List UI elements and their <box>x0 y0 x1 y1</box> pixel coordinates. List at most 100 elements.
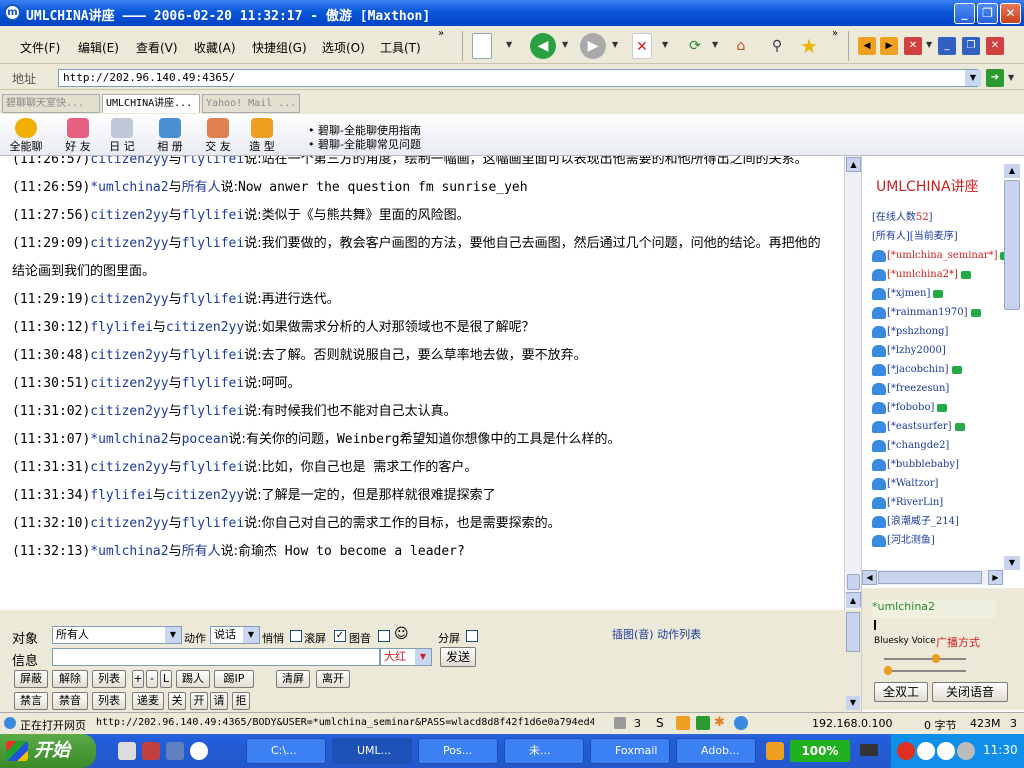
chat-sender[interactable]: citizen2yy <box>90 292 168 307</box>
quicklaunch-maxthon-icon[interactable] <box>190 742 208 760</box>
quicklaunch-user-icon[interactable] <box>142 742 160 760</box>
message-input[interactable] <box>52 648 380 666</box>
chat-recipient[interactable]: flylifei <box>182 404 245 419</box>
next-tab-icon[interactable]: ▶ <box>880 37 898 55</box>
battery-indicator[interactable]: 100% <box>790 740 850 762</box>
checkbox-box[interactable] <box>290 630 302 642</box>
chat-recipient[interactable]: pocean <box>182 432 229 447</box>
task-foxmail[interactable]: Foxmail <box>590 738 670 764</box>
mic-slider-track[interactable] <box>884 670 966 672</box>
user-list-item[interactable]: [浪潮威子_214] <box>872 512 1012 531</box>
admin-button[interactable]: - <box>146 670 158 688</box>
go-dropdown-icon[interactable]: ▼ <box>1008 73 1014 82</box>
chat-sender[interactable]: citizen2yy <box>90 208 168 223</box>
album-button[interactable]: 相 册 <box>148 118 192 154</box>
sidebar-scroll-left-icon[interactable]: ◀ <box>862 570 877 585</box>
chat-sender[interactable]: citizen2yy <box>90 460 168 475</box>
admin-button[interactable]: 清屏 <box>276 670 310 688</box>
chat-sender[interactable]: citizen2yy <box>90 156 168 167</box>
sidebar-links[interactable]: [所有人][当前麦序] <box>872 227 1012 246</box>
stop-dropdown-icon[interactable]: ▼ <box>662 40 668 49</box>
admin-button[interactable]: + <box>132 670 144 688</box>
chat-recipient[interactable]: citizen2yy <box>166 488 244 503</box>
chat-recipient[interactable]: flylifei <box>182 516 245 531</box>
user-list-item[interactable]: [*lzhy2000] <box>872 341 1012 360</box>
send-button[interactable]: 发送 <box>440 647 476 667</box>
back-icon[interactable]: ◀ <box>530 33 556 59</box>
user-list-item[interactable]: [*umlchina_seminar*] <box>872 246 1012 265</box>
user-list-item[interactable]: [河北测鱼] <box>872 531 1012 550</box>
all-chat-button[interactable]: 全能聊 <box>4 118 48 154</box>
close-voice-button[interactable]: 关闭语音 <box>932 682 1008 702</box>
chat-recipient[interactable]: flylifei <box>182 156 245 167</box>
admin-button[interactable]: 踢IP <box>214 670 254 688</box>
user-list-item[interactable]: [*eastsurfer] <box>872 417 1012 436</box>
user-list-item[interactable]: [*freezesun] <box>872 379 1012 398</box>
quicklaunch-explorer-icon[interactable] <box>118 742 136 760</box>
duplex-button[interactable]: 全双工 <box>874 682 928 702</box>
close-tab-dropdown-icon[interactable]: ▼ <box>926 40 932 49</box>
picture-checkbox[interactable]: ✓ <box>334 629 346 642</box>
chat-recipient[interactable]: flylifei <box>182 460 245 475</box>
chat-recipient[interactable]: citizen2yy <box>166 320 244 335</box>
scroll-up-icon[interactable]: ▲ <box>846 157 861 172</box>
chat-sender[interactable]: *umlchina2 <box>90 544 168 559</box>
task-pos[interactable]: Pos... <box>418 738 498 764</box>
color-select[interactable]: 大红 ▼ <box>380 648 432 666</box>
popup-blocker-icon[interactable] <box>676 716 690 730</box>
user-list-item[interactable]: [*umlchina2*] <box>872 265 1012 284</box>
admin-button[interactable]: 禁音 <box>52 692 88 710</box>
tray-maxthon2-icon[interactable] <box>937 742 955 760</box>
new-page-dropdown-icon[interactable]: ▼ <box>506 40 512 49</box>
broadcast-label[interactable]: 广播方式 <box>936 634 980 650</box>
admin-button[interactable]: 拒 <box>232 692 250 710</box>
admin-button[interactable]: 请 <box>210 692 228 710</box>
smiley-icon[interactable]: ☺ <box>394 626 409 642</box>
tab-yahoo-mail[interactable]: Yahoo! Mail ... <box>202 94 300 113</box>
quicklaunch-desktop-icon[interactable] <box>166 742 184 760</box>
tab-restore-icon[interactable]: ❐ <box>962 37 980 55</box>
close-tab-icon[interactable]: ✕ <box>904 37 922 55</box>
friends-button[interactable]: 好 友 <box>56 118 100 154</box>
chat-recipient[interactable]: flylifei <box>182 376 245 391</box>
checkbox-box[interactable] <box>466 630 478 642</box>
menu-overflow-icon[interactable]: » <box>438 28 444 39</box>
minimize-button[interactable]: _ <box>954 3 975 24</box>
home-icon[interactable]: ⌂ <box>728 33 754 59</box>
admin-button[interactable]: 关 <box>168 692 186 710</box>
scroll-thumb[interactable] <box>847 574 860 590</box>
task-explorer[interactable]: C:\... <box>246 738 326 764</box>
tray-maxthon-icon[interactable] <box>917 742 935 760</box>
close-button[interactable]: ✕ <box>1000 3 1021 24</box>
tab-umlchina[interactable]: UMLCHINA讲座... <box>102 94 200 113</box>
sidebar-hscroll-thumb[interactable] <box>878 571 982 584</box>
task-maxthon[interactable]: UML... <box>332 738 412 764</box>
forward-dropdown-icon[interactable]: ▼ <box>612 40 618 49</box>
admin-button[interactable]: 列表 <box>92 670 126 688</box>
tab-minimize-icon[interactable]: _ <box>938 37 956 55</box>
chat-recipient[interactable]: flylifei <box>182 292 245 307</box>
plug-icon[interactable] <box>860 744 878 756</box>
menu-edit[interactable]: 编辑(E) <box>78 39 119 56</box>
sidebar-scroll-thumb[interactable] <box>1004 180 1020 310</box>
tray-app-icon[interactable] <box>897 742 915 760</box>
guide-link-faq[interactable]: • 碧聊-全能聊常见问题 <box>308 136 421 152</box>
chat-recipient[interactable]: flylifei <box>182 208 245 223</box>
admin-button[interactable]: 屏蔽 <box>14 670 48 688</box>
chat-sender[interactable]: *umlchina2 <box>90 180 168 195</box>
admin-button[interactable]: 解除 <box>52 670 88 688</box>
chat-sender[interactable]: *umlchina2 <box>90 432 168 447</box>
go-icon[interactable]: ➔ <box>986 69 1004 87</box>
user-list-item[interactable]: [*jacobchin] <box>872 360 1012 379</box>
sidebar-scroll-right-icon[interactable]: ▶ <box>988 570 1003 585</box>
action-select[interactable]: 说话 ▼ <box>210 626 260 644</box>
input-scroll-down-icon[interactable]: ▼ <box>846 696 860 710</box>
target-select[interactable]: 所有人 ▼ <box>52 626 182 644</box>
gear-icon[interactable]: ✱ <box>714 715 725 730</box>
user-list-item[interactable]: [*Waltzor] <box>872 474 1012 493</box>
input-scroll-thumb[interactable] <box>846 612 860 652</box>
menu-view[interactable]: 查看(V) <box>136 39 178 56</box>
search-icon[interactable]: ⚲ <box>764 33 790 59</box>
admin-button[interactable]: 递麦 <box>132 692 164 710</box>
chat-recipient[interactable]: flylifei <box>182 236 245 251</box>
